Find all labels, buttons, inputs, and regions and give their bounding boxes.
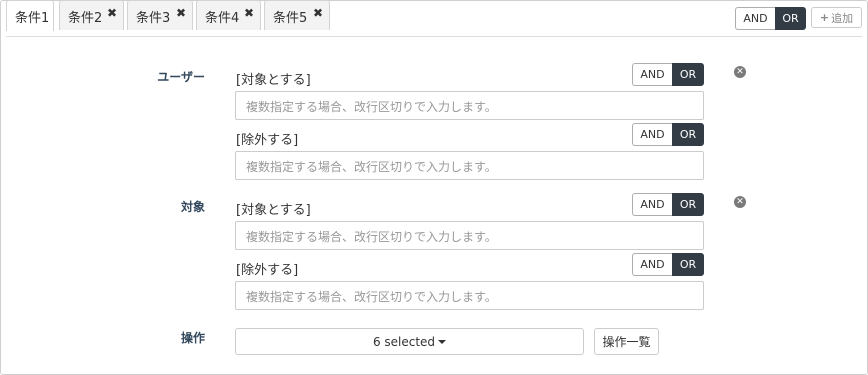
or-button[interactable]: OR [775, 7, 806, 30]
tab-label: 条件1 [15, 11, 50, 26]
close-icon[interactable]: ✖ [313, 6, 323, 20]
exclude-logic-toggle: AND OR [632, 253, 704, 276]
close-icon[interactable]: ✖ [244, 6, 254, 20]
include-label: [対象とする] [236, 73, 311, 88]
close-icon[interactable]: ✖ [107, 6, 117, 20]
include-logic-toggle: AND OR [632, 193, 704, 216]
and-button[interactable]: AND [632, 193, 672, 216]
tab-condition-4[interactable]: 条件4 ✖ [196, 0, 261, 30]
close-icon[interactable]: ✖ [176, 6, 186, 20]
remove-circle-icon[interactable]: ✕ [734, 196, 746, 208]
or-button[interactable]: OR [672, 193, 704, 216]
tab-condition-1[interactable]: 条件1 [6, 0, 54, 31]
tab-condition-3[interactable]: 条件3 ✖ [127, 0, 193, 30]
caret-down-icon [438, 339, 447, 344]
and-button[interactable]: AND [632, 253, 672, 276]
add-condition-button[interactable]: + 追加 [811, 7, 862, 28]
tab-label: 条件3 [136, 11, 171, 26]
include-label: [対象とする] [236, 203, 311, 218]
section-label-operation: 操作 [180, 331, 205, 345]
or-button[interactable]: OR [672, 63, 704, 86]
exclude-label: [除外する] [236, 263, 299, 278]
remove-circle-icon[interactable]: ✕ [734, 66, 746, 78]
tab-condition-2[interactable]: 条件2 ✖ [59, 0, 124, 30]
target-include-field[interactable]: 複数指定する場合、改行区切りで入力します。 [235, 221, 704, 250]
and-button[interactable]: AND [632, 123, 672, 146]
user-include-field[interactable]: 複数指定する場合、改行区切りで入力します。 [235, 91, 704, 120]
section-label-user: ユーザー [157, 70, 205, 84]
tab-divider [6, 36, 862, 37]
plus-icon: + [819, 11, 830, 24]
operation-multiselect[interactable]: 6 selected [235, 328, 584, 355]
condition-panel [0, 0, 868, 375]
exclude-label: [除外する] [236, 133, 299, 148]
exclude-logic-toggle: AND OR [632, 123, 704, 146]
add-label: 追加 [831, 11, 854, 25]
tab-label: 条件5 [273, 11, 308, 26]
and-button[interactable]: AND [632, 63, 672, 86]
include-logic-toggle: AND OR [632, 63, 704, 86]
global-logic-toggle: AND OR [735, 7, 806, 30]
section-label-target: 対象 [180, 200, 205, 214]
tab-condition-5[interactable]: 条件5 ✖ [264, 0, 330, 30]
or-button[interactable]: OR [672, 123, 704, 146]
tab-label: 条件2 [68, 11, 103, 26]
or-button[interactable]: OR [672, 253, 704, 276]
target-exclude-field[interactable]: 複数指定する場合、改行区切りで入力します。 [235, 281, 704, 310]
and-button[interactable]: AND [735, 7, 775, 30]
selected-count: 6 selected [372, 334, 436, 349]
user-exclude-field[interactable]: 複数指定する場合、改行区切りで入力します。 [235, 151, 704, 180]
tab-label: 条件4 [205, 11, 240, 26]
operation-list-button[interactable]: 操作一覧 [594, 328, 659, 355]
